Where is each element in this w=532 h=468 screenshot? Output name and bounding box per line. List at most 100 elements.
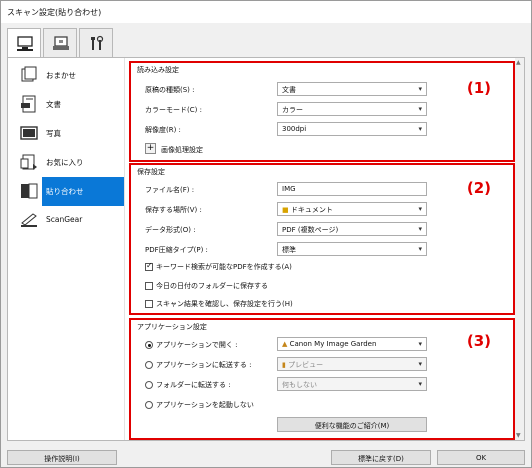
defaults-button[interactable]: 標準に戻す(D) xyxy=(331,450,431,465)
folder-icon: ■ xyxy=(282,206,289,214)
file-name-input[interactable]: IMG xyxy=(277,182,427,196)
image-processing-label: 画像処理設定 xyxy=(161,146,203,154)
send-app-value: プレビュー xyxy=(288,361,324,369)
send-app-select[interactable]: ▮ プレビュー ▾ xyxy=(277,357,427,371)
scroll-down-icon[interactable]: ▼ xyxy=(516,432,521,439)
no-app-radio[interactable]: アプリケーションを起動しない xyxy=(145,400,254,410)
scan-options-section: 読み込み設定 (1) 原稿の種類(S) : 文書 ▾ カラーモード(C) : カラ… xyxy=(129,61,515,162)
sidebar-item-label: おまかせ xyxy=(46,71,76,80)
section-title: 読み込み設定 xyxy=(137,66,179,74)
section-title: 保存設定 xyxy=(137,168,165,176)
document-icon xyxy=(21,95,36,113)
sidebar-item-stitch[interactable]: 貼り合わせ xyxy=(8,177,124,206)
file-name-label: ファイル名(F) : xyxy=(145,186,195,194)
save-in-label: 保存する場所(V) : xyxy=(145,206,202,214)
resolution-value: 300dpi xyxy=(282,125,307,133)
app-icon: ▲ xyxy=(282,340,288,348)
color-mode-label: カラーモード(C) : xyxy=(145,106,202,114)
sidebar-item-photo[interactable]: 写真 xyxy=(8,119,124,148)
sidebar-item-document[interactable]: 文書 xyxy=(8,90,124,119)
color-mode-value: カラー xyxy=(282,106,303,114)
sidebar-item-label: 文書 xyxy=(46,100,61,109)
expand-button[interactable]: + xyxy=(145,143,156,154)
sidebar-item-label: お気に入り xyxy=(46,158,84,167)
confirm-results-checkbox[interactable]: スキャン結果を確認し、保存設定を行う(H) xyxy=(145,299,293,309)
settings-panel: おまかせ 文書 写真 お気に入り 貼り合わせ ScanGear 読み込み設定 (… xyxy=(7,57,525,441)
date-folder-checkbox[interactable]: 今日の日付のフォルダーに保存する xyxy=(145,281,268,291)
stitch-icon xyxy=(21,183,38,199)
color-mode-select[interactable]: カラー ▾ xyxy=(277,102,427,116)
sidebar-item-label: ScanGear xyxy=(46,215,83,224)
chevron-down-icon: ▾ xyxy=(418,125,422,133)
tab-scan-from-computer[interactable] xyxy=(7,28,41,59)
resolution-select[interactable]: 300dpi ▾ xyxy=(277,122,427,136)
date-folder-label: 今日の日付のフォルダーに保存する xyxy=(156,282,268,290)
pdf-compression-label: PDF圧縮タイプ(P) : xyxy=(145,246,208,254)
send-folder-select[interactable]: 何もしない ▾ xyxy=(277,377,427,391)
sidebar-item-auto[interactable]: おまかせ xyxy=(8,61,124,90)
chevron-down-icon: ▾ xyxy=(418,380,422,388)
scrollbar[interactable]: ▲ ▼ xyxy=(515,58,524,440)
send-folder-label: フォルダーに転送する : xyxy=(156,381,231,389)
no-app-label: アプリケーションを起動しない xyxy=(156,401,254,409)
section-number: (3) xyxy=(466,332,491,350)
auto-scan-icon xyxy=(21,66,37,82)
sidebar-item-label: 写真 xyxy=(46,129,61,138)
sidebar-item-favorites[interactable]: お気に入り xyxy=(8,148,124,177)
open-app-value: Canon My Image Garden xyxy=(289,340,377,348)
panel-scan-icon xyxy=(53,36,69,50)
photo-icon xyxy=(20,126,38,140)
send-folder-radio[interactable]: フォルダーに転送する : xyxy=(145,380,231,390)
confirm-results-label: スキャン結果を確認し、保存設定を行う(H) xyxy=(156,300,293,308)
app-icon: ▮ xyxy=(282,361,286,369)
sidebar: おまかせ 文書 写真 お気に入り 貼り合わせ ScanGear xyxy=(8,58,125,440)
scangear-icon xyxy=(21,213,37,227)
scroll-up-icon[interactable]: ▲ xyxy=(516,59,521,66)
chevron-down-icon: ▾ xyxy=(418,245,422,253)
keyword-pdf-checkbox[interactable]: キーワード検索が可能なPDFを作成する(A) xyxy=(145,261,292,272)
sidebar-item-label: 貼り合わせ xyxy=(46,187,84,196)
app-settings-section: アプリケーション設定 (3) アプリケーションで開く : ▲ Canon My … xyxy=(129,318,515,440)
open-app-radio[interactable]: アプリケーションで開く : xyxy=(145,340,237,350)
checkbox-checked xyxy=(145,261,153,271)
paper-type-label: 原稿の種類(S) : xyxy=(145,86,195,94)
radio-selected xyxy=(145,341,153,349)
computer-scan-icon xyxy=(17,36,33,51)
paper-type-select[interactable]: 文書 ▾ xyxy=(277,82,427,96)
tab-general-settings[interactable] xyxy=(79,28,113,58)
open-app-select[interactable]: ▲ Canon My Image Garden ▾ xyxy=(277,337,427,351)
chevron-down-icon: ▾ xyxy=(418,105,422,113)
more-functions-button[interactable]: 便利な機能のご紹介(M) xyxy=(277,417,427,432)
paper-type-value: 文書 xyxy=(282,86,296,94)
radio-unselected xyxy=(145,361,153,369)
checkbox-unchecked xyxy=(145,300,153,308)
save-in-value: ドキュメント xyxy=(290,206,333,214)
chevron-down-icon: ▾ xyxy=(418,85,422,93)
file-name-value: IMG xyxy=(282,185,296,193)
chevron-down-icon: ▾ xyxy=(418,360,422,368)
data-format-value: PDF (複数ページ) xyxy=(282,226,339,234)
send-app-label: アプリケーションに転送する : xyxy=(156,361,252,369)
keyword-pdf-label: キーワード検索が可能なPDFを作成する(A) xyxy=(156,263,292,271)
pdf-compression-select[interactable]: 標準 ▾ xyxy=(277,242,427,256)
data-format-select[interactable]: PDF (複数ページ) ▾ xyxy=(277,222,427,236)
radio-unselected xyxy=(145,381,153,389)
window-title: スキャン設定(貼り合わせ) xyxy=(1,1,531,23)
radio-unselected xyxy=(145,401,153,409)
send-folder-value: 何もしない xyxy=(282,381,317,389)
resolution-label: 解像度(R) : xyxy=(145,126,181,134)
instructions-button[interactable]: 操作説明(I) xyxy=(7,450,117,465)
send-app-radio[interactable]: アプリケーションに転送する : xyxy=(145,360,251,370)
chevron-down-icon: ▾ xyxy=(418,340,422,348)
sidebar-item-scangear[interactable]: ScanGear xyxy=(8,206,124,235)
tab-scan-from-panel[interactable] xyxy=(43,28,77,58)
scan-settings-window: スキャン設定(貼り合わせ) おまかせ 文書 写真 お気に入り 貼り合わせ Sca… xyxy=(0,0,532,468)
save-in-select[interactable]: ■ ドキュメント ▾ xyxy=(277,202,427,216)
favorites-icon xyxy=(20,154,37,170)
tools-icon xyxy=(91,35,104,50)
chevron-down-icon: ▾ xyxy=(418,225,422,233)
open-app-label: アプリケーションで開く : xyxy=(156,341,238,349)
chevron-down-icon: ▾ xyxy=(418,205,422,213)
ok-button[interactable]: OK xyxy=(437,450,525,465)
section-title: アプリケーション設定 xyxy=(137,323,207,331)
